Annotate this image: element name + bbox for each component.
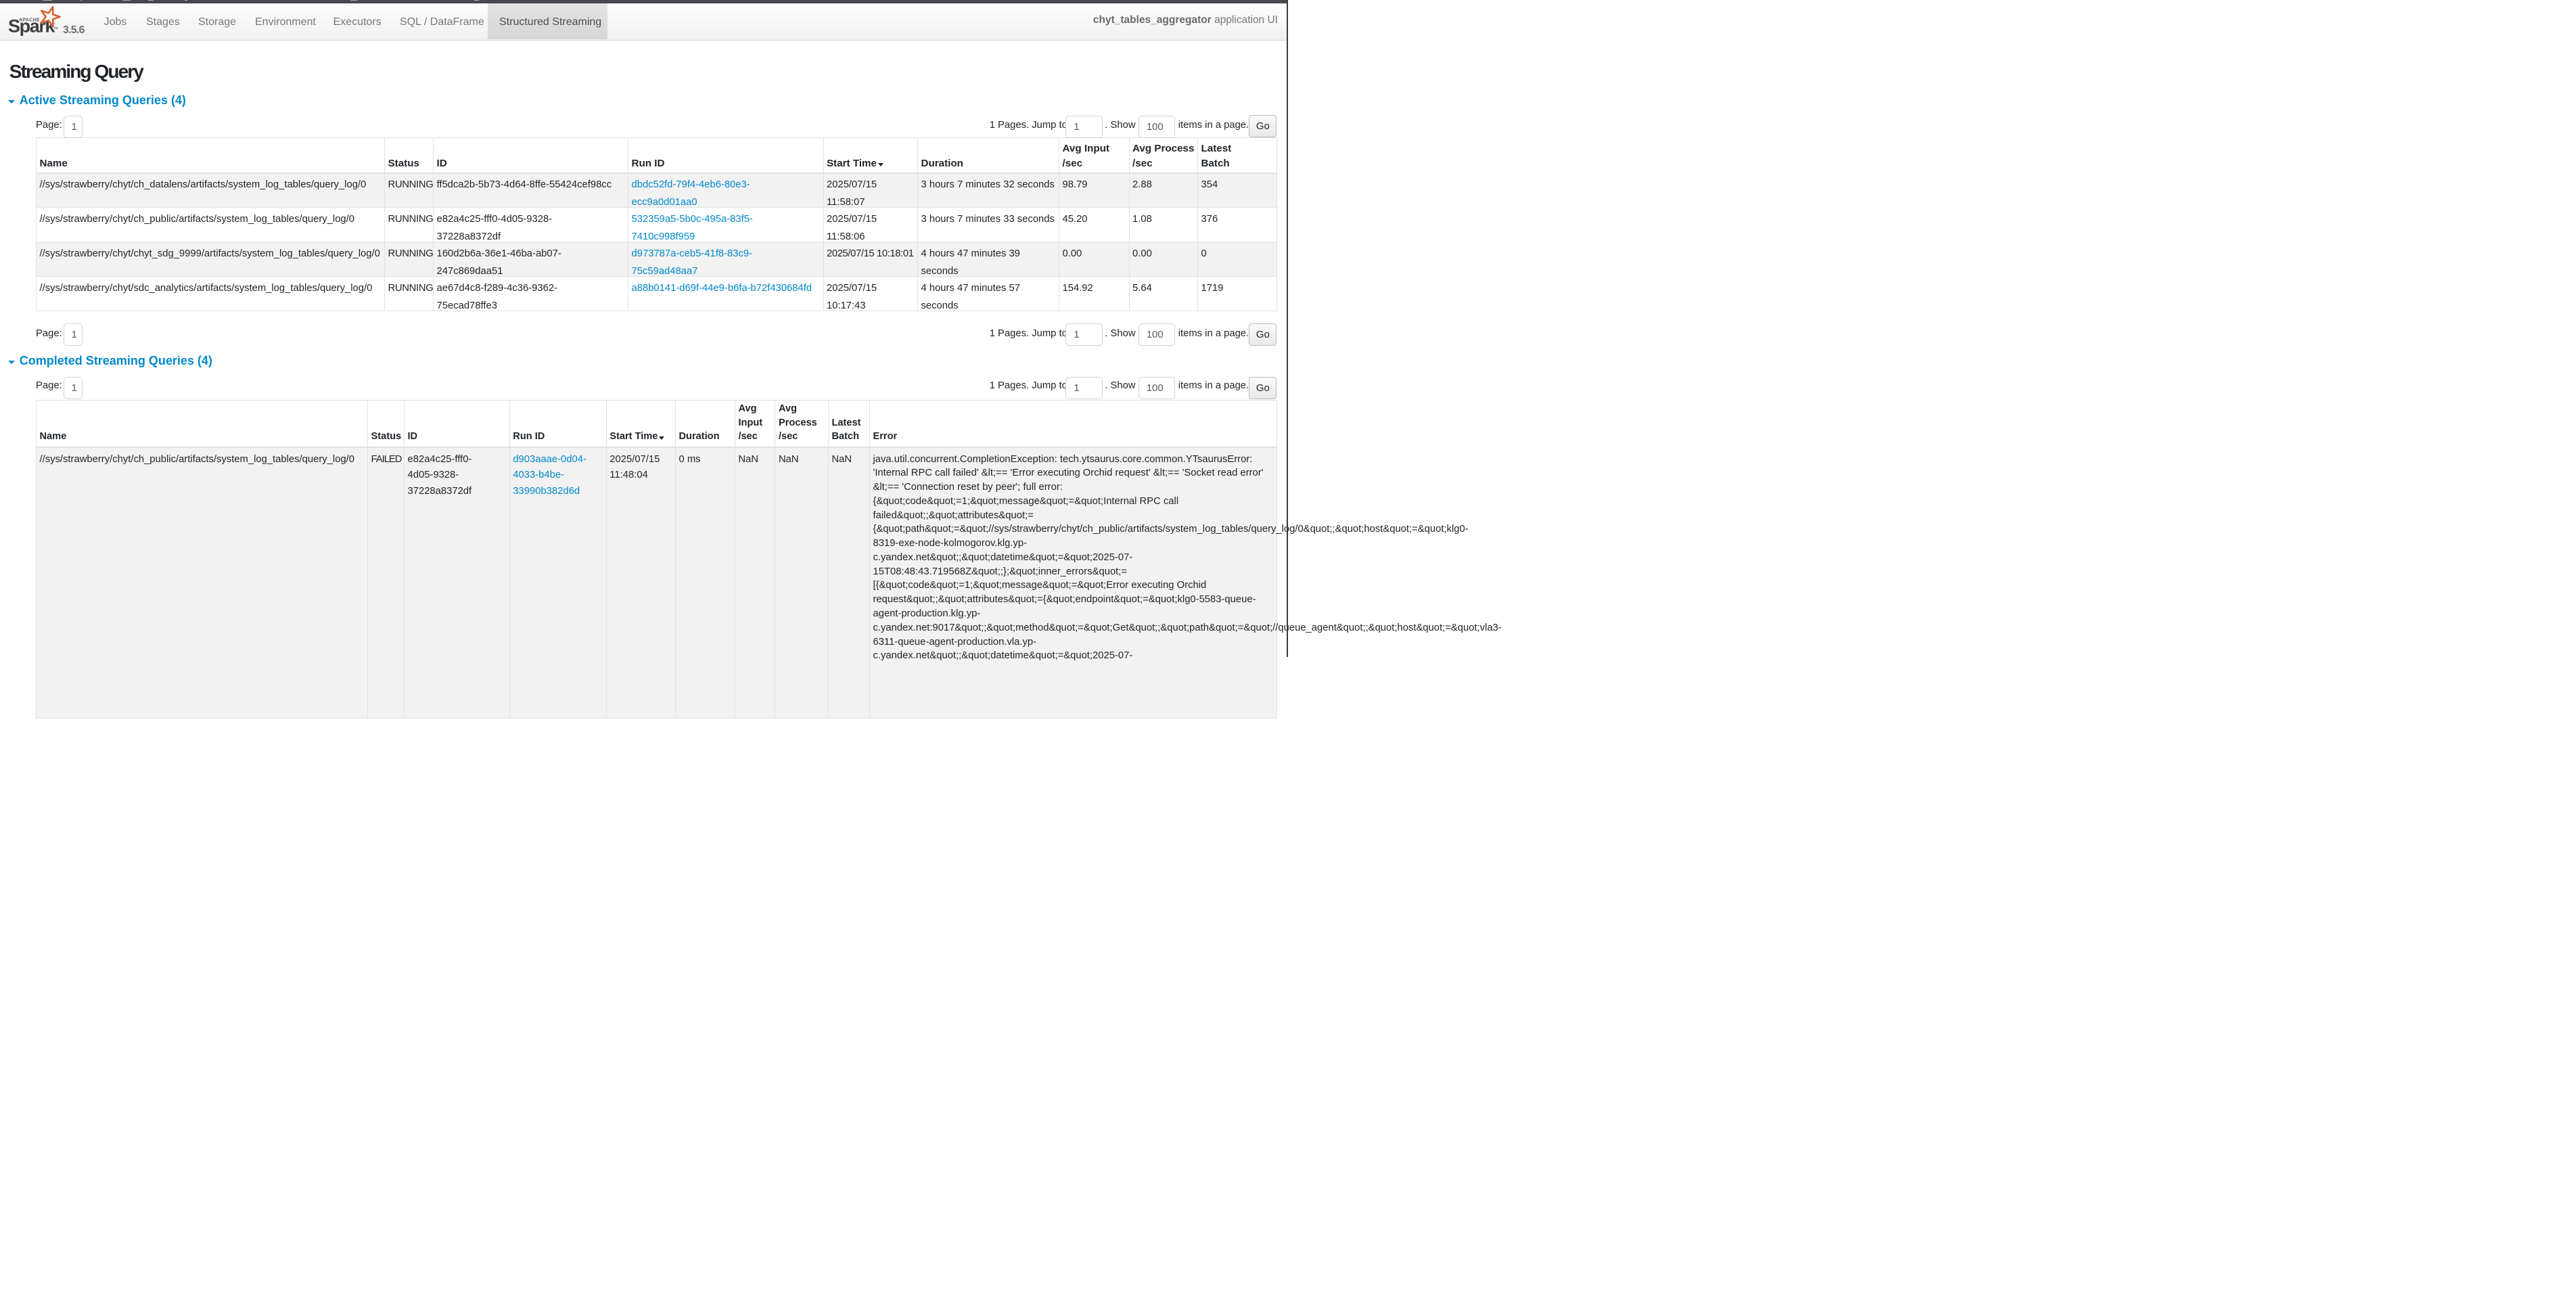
- svg-text:TM: TM: [53, 26, 58, 30]
